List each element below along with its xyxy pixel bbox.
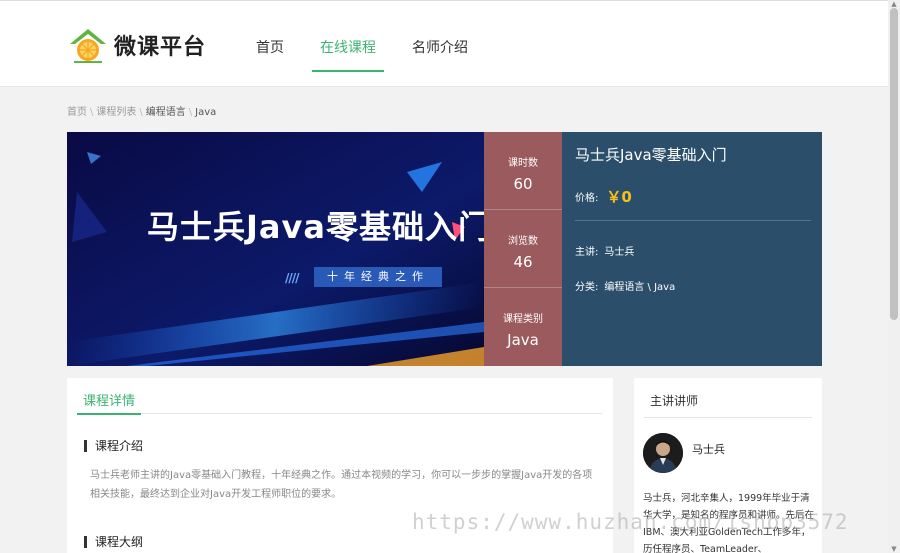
- stat-category-value: Java: [507, 331, 539, 349]
- outline-heading: 课程大纲: [84, 536, 143, 548]
- course-price: 价格: ￥0: [575, 186, 632, 207]
- course-teacher: 主讲: 马士兵: [575, 243, 634, 258]
- breadcrumb-category[interactable]: 编程语言: [146, 107, 186, 118]
- scroll-thumb[interactable]: [890, 8, 898, 320]
- logo[interactable]: 微课平台: [68, 25, 206, 65]
- stat-views-value: 46: [513, 253, 533, 271]
- info-divider: [575, 220, 811, 221]
- logo-house-orange-icon: [68, 26, 108, 64]
- main-nav: 首页 在线课程 名师介绍: [248, 29, 496, 72]
- category-label: 分类:: [575, 282, 599, 293]
- nav-teachers[interactable]: 名师介绍: [404, 29, 476, 72]
- cover-background: [67, 132, 484, 366]
- scroll-up-arrow-icon[interactable]: ▲: [890, 0, 898, 8]
- top-header: 微课平台 首页 在线课程 名师介绍: [0, 0, 888, 87]
- teacher-label: 主讲:: [575, 247, 599, 258]
- stat-category: 课程类别 Java: [484, 288, 562, 366]
- page-scrollbar[interactable]: ▲ ▼: [888, 0, 900, 553]
- price-label: 价格:: [575, 193, 599, 204]
- teacher-avatar[interactable]: [643, 433, 683, 473]
- course-stats: 课时数 60 浏览数 46 课程类别 Java: [484, 132, 562, 366]
- intro-heading: 课程介绍: [84, 440, 143, 452]
- cover-stripes: ////: [285, 271, 299, 285]
- logo-text: 微课平台: [114, 35, 207, 60]
- teacher-value[interactable]: 马士兵: [604, 247, 634, 258]
- course-cover-image: 马士兵Java零基础入门 //// 十年经典之作: [67, 132, 484, 366]
- breadcrumb-home[interactable]: 首页: [67, 107, 87, 118]
- cover-title: 马士兵Java零基础入门: [147, 208, 484, 246]
- course-category: 分类: 编程语言 \ Java: [575, 278, 675, 293]
- course-info-panel: 马士兵Java零基础入门 价格: ￥0 主讲: 马士兵 分类: 编程语言 \ Jav…: [562, 132, 822, 366]
- nav-online-courses[interactable]: 在线课程: [312, 29, 384, 72]
- tab-course-details[interactable]: 课程详情: [77, 390, 142, 415]
- stat-lessons-value: 60: [513, 175, 533, 193]
- stat-views-label: 浏览数: [508, 236, 538, 247]
- category-value[interactable]: 编程语言 \ Java: [604, 282, 675, 293]
- teacher-card-title: 主讲讲师: [644, 392, 812, 418]
- nav-home[interactable]: 首页: [248, 29, 292, 72]
- breadcrumb-current: Java: [195, 107, 217, 118]
- price-value: ￥0: [606, 188, 632, 206]
- stat-views: 浏览数 46: [484, 210, 562, 288]
- watermark: https://www.huzhan.com/ishop3572: [412, 510, 849, 534]
- teacher-name[interactable]: 马士兵: [692, 441, 725, 457]
- intro-text: 马士兵老师主讲的Java零基础入门教程，十年经典之作。通过本视频的学习，你可以一…: [90, 470, 593, 500]
- details-tab-bar: 课程详情: [77, 390, 602, 415]
- cover-tagline: 十年经典之作: [314, 267, 442, 287]
- course-title: 马士兵Java零基础入门: [575, 146, 727, 164]
- stat-lessons: 课时数 60: [484, 132, 562, 210]
- breadcrumb: 首页 \ 课程列表 \ 编程语言 \ Java: [67, 107, 217, 118]
- breadcrumb-course-list[interactable]: 课程列表: [96, 107, 136, 118]
- scroll-down-arrow-icon[interactable]: ▼: [890, 545, 898, 553]
- stat-category-label: 课程类别: [503, 314, 543, 325]
- stat-lessons-label: 课时数: [508, 158, 538, 169]
